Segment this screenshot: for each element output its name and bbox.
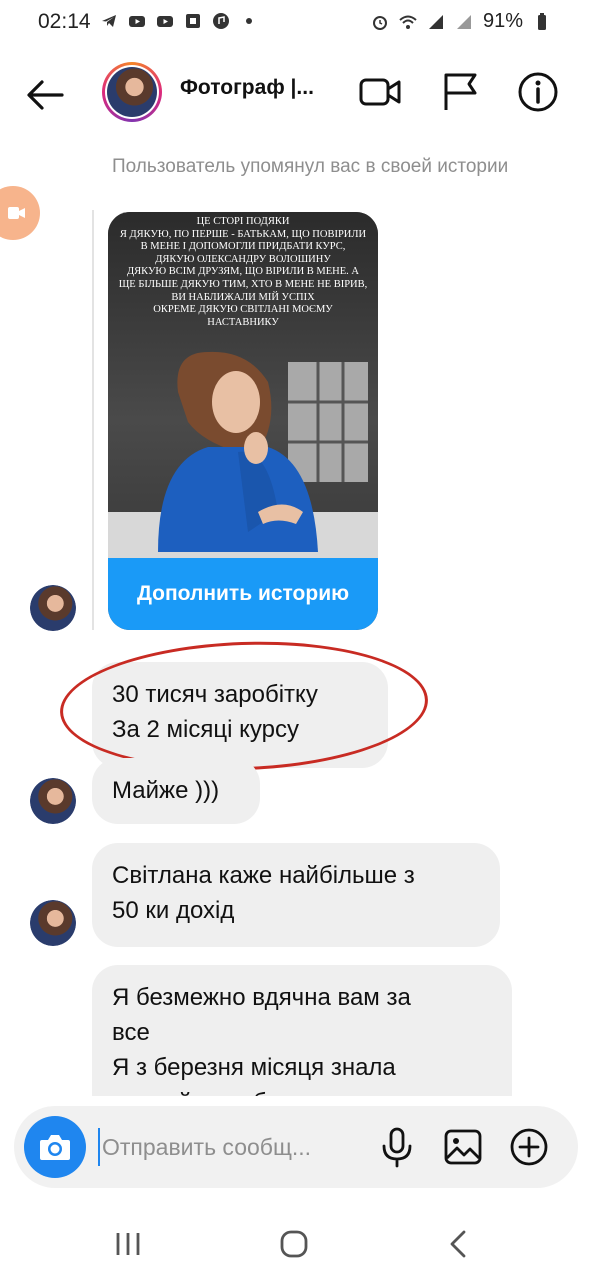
gallery-icon[interactable] (442, 1126, 484, 1168)
message-composer (14, 1106, 578, 1188)
signal-icon (428, 14, 443, 29)
info-icon[interactable] (516, 70, 560, 114)
battery-icon (538, 12, 546, 30)
youtube-icon (129, 16, 145, 27)
flag-icon[interactable] (438, 70, 482, 114)
avatar-photo (107, 67, 157, 117)
floating-video-call-button[interactable] (0, 186, 40, 240)
wifi-icon (399, 15, 417, 29)
video-camera-icon (8, 207, 25, 219)
notification-icons (100, 12, 258, 30)
contact-name[interactable]: Фотограф |... (180, 76, 314, 100)
alarm-icon (372, 15, 387, 30)
system-icons: 91% (371, 10, 551, 33)
youtube-icon (157, 16, 173, 27)
battery-level: 91% (482, 10, 523, 32)
music-icon (213, 13, 229, 29)
back-icon[interactable] (440, 1224, 480, 1264)
reply-thread-line (92, 210, 94, 630)
video-call-icon[interactable] (358, 70, 402, 114)
contact-avatar[interactable] (102, 62, 162, 122)
message-input[interactable] (98, 1128, 368, 1166)
status-time: 02:14 (38, 10, 91, 33)
telegram-icon (102, 15, 116, 27)
home-icon[interactable] (274, 1224, 314, 1264)
story-preview-card[interactable]: ЦЕ СТОРІ ПОДЯКИ Я ДЯКУЮ, ПО ПЕРШЕ - БАТЬ… (108, 212, 378, 630)
back-arrow-icon[interactable] (22, 72, 68, 118)
message-bubble[interactable]: Світлана каже найбільше з 50 ки дохід (92, 843, 500, 947)
plus-circle-icon[interactable] (508, 1126, 550, 1168)
status-bar: 02:14 91% (0, 0, 591, 46)
story-mention-notice: Пользователь упомянул вас в своей истори… (112, 156, 509, 177)
message-bubble[interactable]: Майже ))) (92, 758, 260, 824)
signal-icon (456, 14, 471, 29)
microphone-icon[interactable] (376, 1126, 418, 1168)
chat-header: Фотограф |... (0, 46, 591, 142)
sender-avatar[interactable] (30, 900, 76, 946)
app-icon (186, 14, 200, 28)
dot-icon (246, 18, 252, 24)
system-navigation-bar (0, 1206, 591, 1280)
camera-icon (40, 1135, 70, 1160)
add-to-story-button[interactable]: Дополнить историю (108, 558, 378, 630)
recents-icon[interactable] (108, 1224, 148, 1264)
story-caption: ЦЕ СТОРІ ПОДЯКИ Я ДЯКУЮ, ПО ПЕРШЕ - БАТЬ… (118, 216, 368, 328)
sender-avatar[interactable] (30, 585, 76, 631)
camera-button[interactable] (24, 1116, 86, 1178)
sender-avatar[interactable] (30, 778, 76, 824)
